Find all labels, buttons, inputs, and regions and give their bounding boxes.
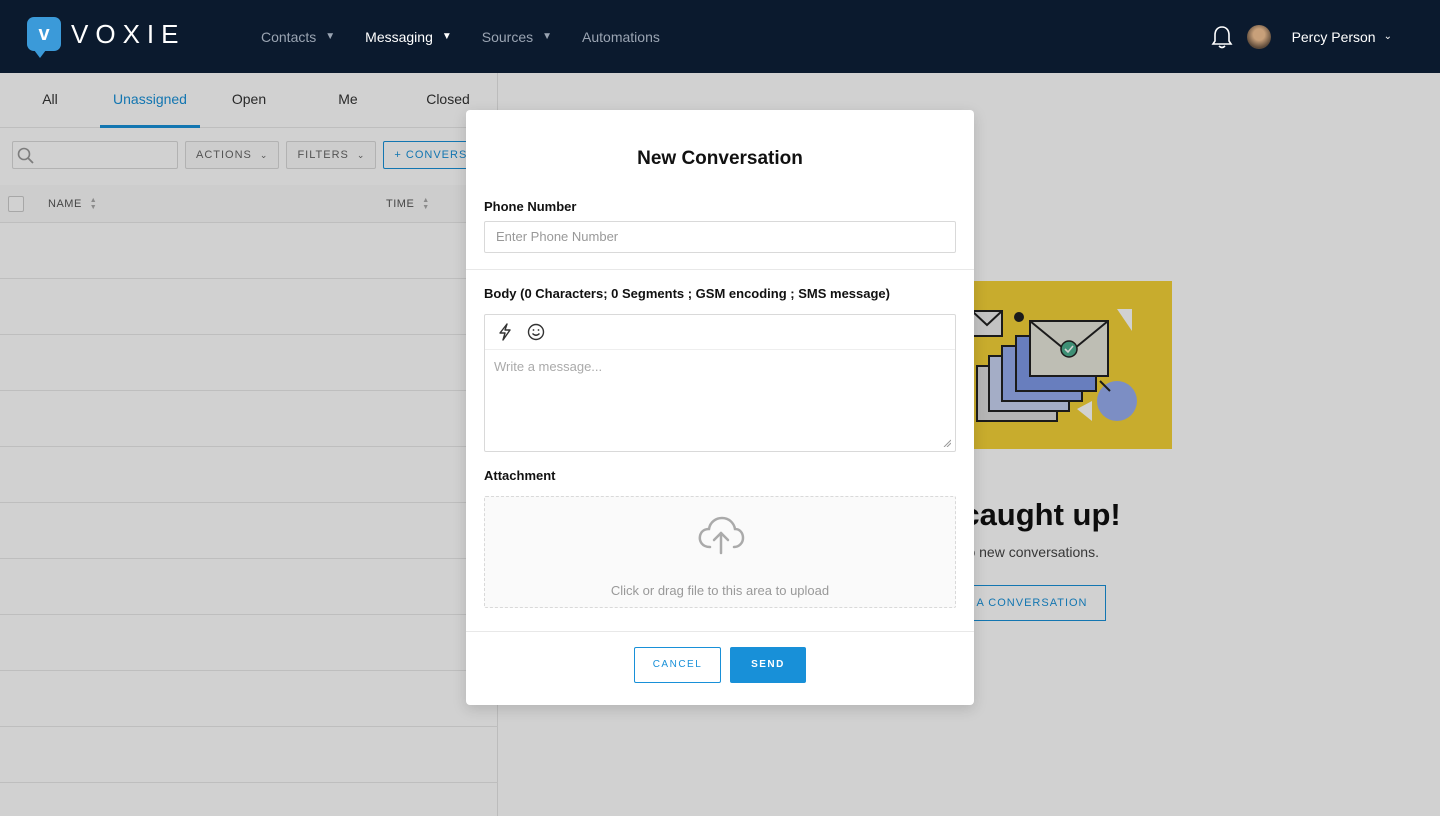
resize-handle-icon[interactable] (943, 439, 951, 447)
top-navigation: v VOXIE Contacts ▼ Messaging ▼ Sources ▼… (0, 0, 1440, 73)
nav-item-label: Automations (582, 28, 660, 45)
chevron-down-icon: ▼ (325, 31, 336, 42)
nav-item-automations[interactable]: Automations (582, 29, 660, 45)
user-name[interactable]: Percy Person (1292, 29, 1376, 45)
message-editor: Write a message... (484, 314, 956, 452)
lightning-icon[interactable] (497, 323, 513, 341)
message-textarea[interactable]: Write a message... (485, 350, 955, 383)
bell-icon[interactable] (1211, 25, 1233, 49)
chevron-down-icon[interactable]: ⌄ (1384, 31, 1392, 42)
avatar[interactable] (1246, 24, 1271, 49)
main-nav: Contacts ▼ Messaging ▼ Sources ▼ Automat… (261, 0, 690, 73)
user-area: Percy Person ⌄ (1211, 0, 1392, 73)
new-conversation-modal: New Conversation Phone Number Enter Phon… (466, 110, 974, 705)
editor-toolbar (485, 315, 955, 350)
cancel-button[interactable]: CANCEL (634, 647, 721, 683)
nav-item-contacts[interactable]: Contacts ▼ (261, 29, 335, 45)
voxie-logo[interactable]: v VOXIE (27, 17, 186, 58)
nav-item-messaging[interactable]: Messaging ▼ (365, 29, 452, 45)
body-label: Body (0 Characters; 0 Segments ; GSM enc… (484, 286, 890, 301)
nav-item-sources[interactable]: Sources ▼ (482, 29, 552, 45)
logo-text: VOXIE (71, 18, 186, 49)
cloud-upload-icon (698, 516, 745, 555)
attachment-dropzone[interactable]: Click or drag file to this area to uploa… (484, 496, 956, 608)
modal-title: New Conversation (637, 148, 803, 169)
nav-item-label: Contacts (261, 28, 317, 45)
nav-item-label: Messaging (365, 28, 433, 45)
modal-divider (466, 269, 974, 270)
modal-divider (466, 631, 974, 632)
upload-hint: Click or drag file to this area to uploa… (610, 583, 830, 598)
emoji-icon[interactable] (527, 323, 545, 341)
attachment-label: Attachment (484, 468, 556, 483)
chevron-down-icon: ▼ (542, 31, 553, 42)
chevron-down-icon: ▼ (441, 31, 452, 42)
nav-item-label: Sources (481, 28, 534, 45)
send-button[interactable]: SEND (730, 647, 806, 683)
logo-mark-icon: v (27, 17, 61, 58)
phone-number-input[interactable]: Enter Phone Number (484, 221, 956, 253)
phone-number-label: Phone Number (484, 199, 577, 214)
